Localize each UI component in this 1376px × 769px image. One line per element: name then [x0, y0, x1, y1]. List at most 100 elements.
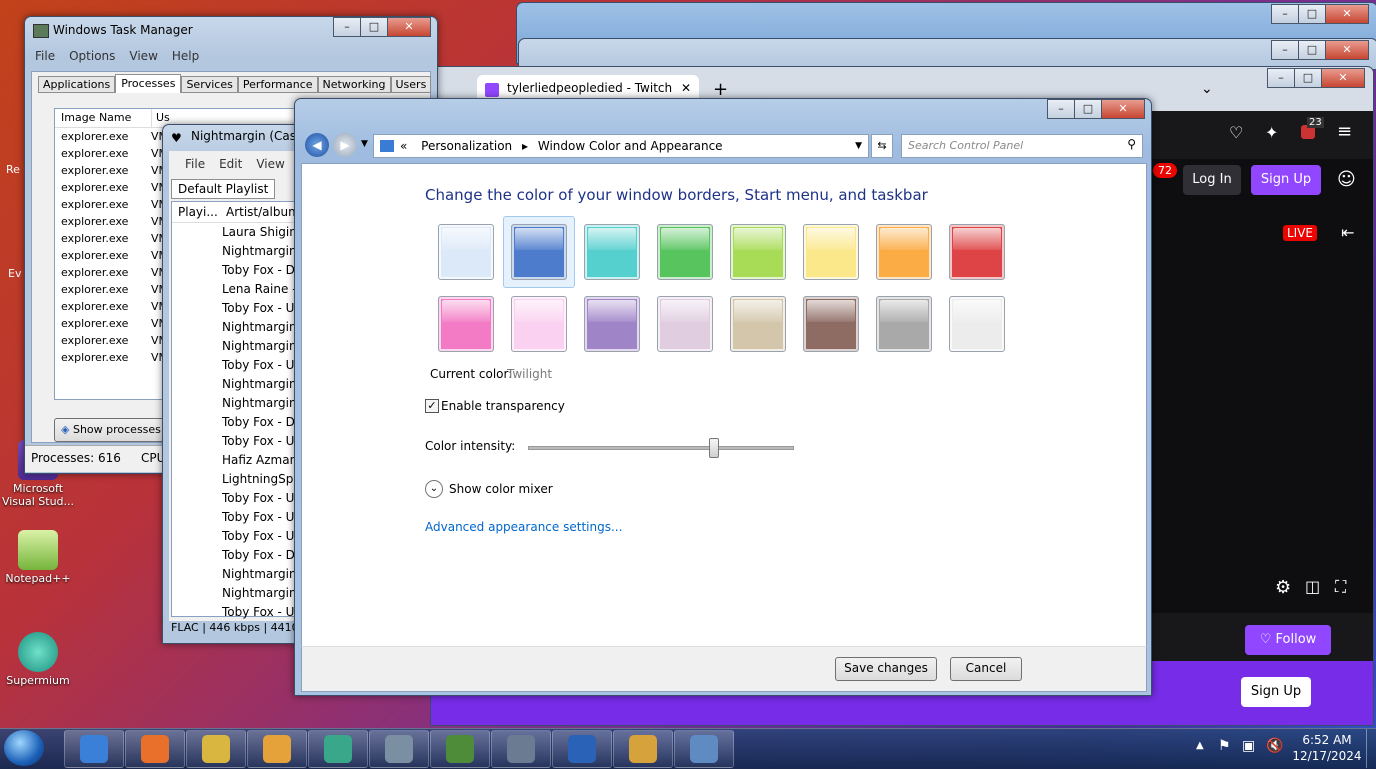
playlist-row[interactable]: Toby Fox - U — [220, 489, 304, 508]
color-swatch[interactable] — [438, 296, 494, 352]
color-swatch[interactable] — [511, 296, 567, 352]
task-manager-caption-buttons[interactable]: – □ ✕ — [333, 17, 431, 37]
signup-bottom-button[interactable]: Sign Up — [1241, 677, 1311, 707]
column-image-name[interactable]: Image Name — [55, 109, 152, 127]
tab-users[interactable]: Users — [390, 76, 432, 93]
color-swatch[interactable] — [511, 224, 567, 280]
tray-expand-icon[interactable]: ▲ — [1196, 740, 1204, 751]
taskbar-app-button[interactable] — [186, 730, 246, 768]
menu-options[interactable]: Options — [69, 49, 115, 63]
transparency-label[interactable]: Enable transparency — [441, 399, 565, 413]
network-icon[interactable]: ▣ — [1242, 738, 1255, 754]
tab-networking[interactable]: Networking — [317, 76, 391, 93]
advanced-settings-link[interactable]: Advanced appearance settings... — [425, 520, 622, 534]
follow-button[interactable]: ♡ Follow — [1245, 625, 1331, 655]
forward-button[interactable]: ▶ — [333, 133, 357, 157]
menu-icon[interactable]: ≡ — [1337, 121, 1352, 142]
user-icon[interactable]: ☺ — [1337, 169, 1356, 190]
breadcrumb-personalization[interactable]: Personalization — [421, 139, 512, 153]
pocket-icon[interactable]: ♡ — [1229, 123, 1243, 142]
playlist-row[interactable]: LightningSpl — [220, 470, 304, 489]
desktop-icon-notepadpp[interactable]: Notepad++ — [0, 530, 76, 585]
taskbar-app-button[interactable] — [125, 730, 185, 768]
save-changes-button[interactable]: Save changes — [835, 657, 937, 681]
menu-view[interactable]: View — [256, 157, 284, 171]
extensions-icon[interactable]: ✦ — [1265, 123, 1278, 142]
chevron-down-icon[interactable]: ⌄ — [1201, 81, 1213, 97]
desktop-icon-supermium[interactable]: Supermium — [0, 632, 76, 687]
color-swatch[interactable] — [876, 296, 932, 352]
theatre-mode-icon[interactable]: ◫ — [1305, 577, 1320, 596]
new-tab-button[interactable]: + — [713, 79, 728, 100]
color-swatch[interactable] — [438, 224, 494, 280]
taskbar-app-button[interactable] — [247, 730, 307, 768]
close-tab-icon[interactable]: ✕ — [681, 81, 691, 95]
playlist-row[interactable]: Toby Fox - U — [220, 603, 304, 622]
login-button[interactable]: Log In — [1183, 165, 1241, 195]
tab-services[interactable]: Services — [181, 76, 238, 93]
dialog-caption-buttons[interactable]: – □ ✕ — [1047, 99, 1145, 119]
playlist-row[interactable]: Toby Fox - D — [220, 413, 304, 432]
playlist-row[interactable]: Nightmargin — [220, 318, 304, 337]
taskbar-app-button[interactable] — [308, 730, 368, 768]
playlist-row[interactable]: Toby Fox - D — [220, 546, 304, 565]
collapse-icon[interactable]: ⇤ — [1341, 223, 1354, 242]
menu-file[interactable]: File — [185, 157, 205, 171]
cancel-button[interactable]: Cancel — [950, 657, 1022, 681]
search-input[interactable]: Search Control Panel ⚲ — [901, 134, 1143, 158]
address-bar[interactable]: « Personalization ▸ Window Color and App… — [373, 134, 869, 158]
clock[interactable]: 6:52 AM 12/17/2024 — [1292, 732, 1362, 764]
chevron-down-icon[interactable]: ▼ — [361, 139, 368, 149]
transparency-checkbox[interactable]: ✓ — [425, 399, 439, 413]
taskbar-app-button[interactable] — [552, 730, 612, 768]
playlist-row[interactable]: Nightmargin — [220, 584, 304, 603]
color-swatch[interactable] — [584, 296, 640, 352]
playlist-row[interactable]: Toby Fox - U — [220, 356, 304, 375]
show-mixer-label[interactable]: Show color mixer — [449, 482, 553, 496]
color-swatch[interactable] — [584, 224, 640, 280]
color-swatch[interactable] — [657, 224, 713, 280]
settings-icon[interactable]: ⚙ — [1275, 577, 1291, 598]
fullscreen-icon[interactable]: ⛶ — [1335, 577, 1346, 597]
playlist-row[interactable]: Lena Raine - — [220, 280, 304, 299]
playlist-row[interactable]: Nightmargin — [220, 242, 304, 261]
action-center-flag-icon[interactable]: ⚑ — [1218, 738, 1231, 754]
tab-applications[interactable]: Applications — [38, 76, 116, 93]
volume-muted-icon[interactable]: 🔇 — [1266, 738, 1283, 754]
color-swatch[interactable] — [657, 296, 713, 352]
taskbar-app-button[interactable] — [430, 730, 490, 768]
playlist-row[interactable]: Toby Fox - U — [220, 508, 304, 527]
show-desktop-button[interactable] — [1366, 729, 1376, 768]
column-playing[interactable]: Playi... — [172, 202, 226, 222]
intensity-slider-thumb[interactable] — [709, 438, 719, 458]
menu-help[interactable]: Help — [172, 49, 199, 63]
playlist-row[interactable]: Nightmargin — [220, 565, 304, 584]
playlist-row[interactable]: Toby Fox - U — [220, 527, 304, 546]
breadcrumb-window-color[interactable]: Window Color and Appearance — [538, 139, 723, 153]
playlist-row[interactable]: Nightmargin — [220, 375, 304, 394]
tab-processes[interactable]: Processes — [115, 74, 182, 93]
playlist-row[interactable]: Toby Fox - D — [220, 261, 304, 280]
playlist-row[interactable]: Toby Fox - U — [220, 299, 304, 318]
signup-button[interactable]: Sign Up — [1251, 165, 1321, 195]
intensity-slider-track[interactable] — [528, 446, 794, 450]
playlist-row[interactable]: Toby Fox - U — [220, 432, 304, 451]
color-swatch[interactable] — [803, 296, 859, 352]
playlist-tab[interactable]: Default Playlist — [171, 179, 276, 199]
menu-file[interactable]: File — [35, 49, 55, 63]
breadcrumb-root[interactable]: « — [400, 139, 407, 153]
playlist-row[interactable]: Nightmargin — [220, 394, 304, 413]
color-swatch[interactable] — [803, 224, 859, 280]
menu-edit[interactable]: Edit — [219, 157, 242, 171]
taskbar-app-button[interactable] — [613, 730, 673, 768]
menu-view[interactable]: View — [129, 49, 157, 63]
taskbar-app-button[interactable] — [491, 730, 551, 768]
playlist-row[interactable]: Hafiz Azman — [220, 451, 304, 470]
taskbar-app-button[interactable] — [369, 730, 429, 768]
start-button[interactable] — [4, 730, 44, 766]
color-swatch[interactable] — [949, 296, 1005, 352]
column-artist[interactable]: Artist/album — [226, 202, 300, 222]
playlist-row[interactable]: Laura Shigin — [220, 223, 304, 242]
tab-performance[interactable]: Performance — [237, 76, 318, 93]
color-swatch[interactable] — [730, 296, 786, 352]
